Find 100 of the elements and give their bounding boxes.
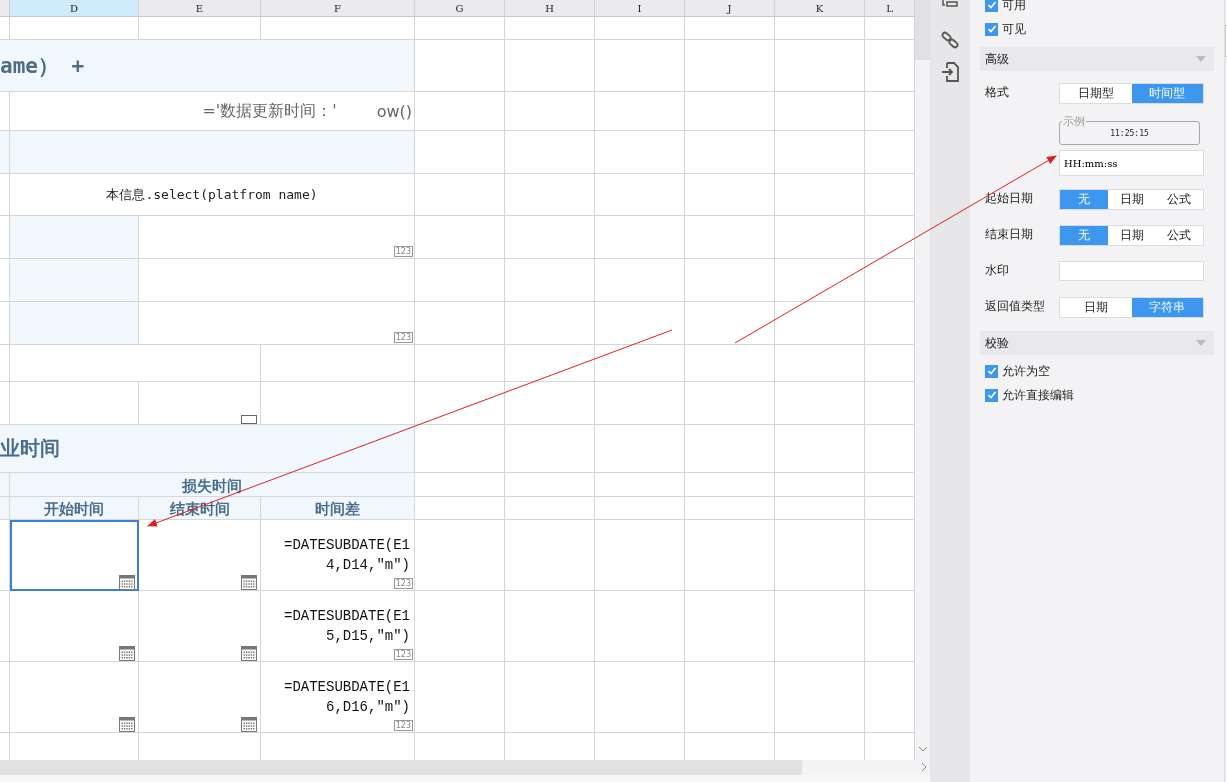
calendar-icon[interactable] (241, 574, 257, 590)
table-cell[interactable]: ame） + (0, 40, 415, 92)
table-cell[interactable] (0, 591, 10, 662)
calendar-icon[interactable] (241, 645, 257, 661)
table-cell[interactable] (595, 131, 685, 174)
table-cell[interactable] (0, 473, 10, 497)
calendar-icon[interactable] (119, 574, 135, 590)
table-cell[interactable] (775, 591, 865, 662)
calendar-icon[interactable] (119, 716, 135, 732)
table-cell[interactable] (685, 473, 775, 497)
table-cell[interactable] (10, 131, 415, 174)
table-cell[interactable] (0, 520, 10, 591)
table-cell[interactable] (505, 259, 595, 302)
table-cell[interactable] (415, 591, 505, 662)
table-cell[interactable]: 业时间 (0, 425, 415, 473)
table-cell[interactable] (595, 662, 685, 733)
section-header[interactable]: 校验 (980, 331, 1214, 355)
vertical-scrollbar[interactable] (915, 0, 930, 760)
table-cell[interactable] (595, 473, 685, 497)
table-cell[interactable] (0, 345, 10, 382)
table-cell[interactable] (10, 591, 139, 662)
table-cell[interactable] (261, 345, 415, 382)
table-cell[interactable] (685, 345, 775, 382)
table-cell[interactable] (775, 40, 865, 92)
table-cell[interactable] (415, 520, 505, 591)
caret-icon[interactable] (1196, 56, 1206, 62)
table-cell[interactable] (685, 40, 775, 92)
table-cell[interactable] (505, 520, 595, 591)
checkbox[interactable] (985, 388, 998, 402)
table-cell[interactable] (595, 497, 685, 520)
table-cell[interactable] (10, 302, 139, 345)
column-header[interactable]: J (685, 0, 775, 17)
section-header[interactable]: 高级 (980, 47, 1214, 71)
link-icon[interactable] (941, 31, 959, 49)
table-cell[interactable]: =DATESUBDATE(E15,D15,"m") 123 (261, 591, 415, 662)
table-cell[interactable] (139, 591, 261, 662)
table-cell[interactable] (415, 131, 505, 174)
calendar-icon[interactable] (241, 716, 257, 732)
table-cell[interactable] (595, 382, 685, 425)
table-cell[interactable] (775, 382, 865, 425)
column-header[interactable]: D (10, 0, 139, 17)
table-cell[interactable] (505, 92, 595, 131)
column-header[interactable]: I (595, 0, 685, 17)
table-cell[interactable] (505, 382, 595, 425)
table-cell[interactable] (10, 520, 139, 591)
table-cell[interactable] (0, 497, 10, 520)
table-cell[interactable]: =DATESUBDATE(E16,D16,"m") 123 (261, 662, 415, 733)
table-cell[interactable] (415, 497, 505, 520)
table-cell[interactable] (505, 131, 595, 174)
table-cell[interactable] (10, 259, 139, 302)
watermark-field[interactable] (1059, 261, 1204, 281)
table-cell[interactable] (505, 302, 595, 345)
table-cell[interactable] (139, 520, 261, 591)
column-header[interactable]: F (261, 0, 415, 17)
table-cell[interactable] (505, 425, 595, 473)
table-cell[interactable] (595, 591, 685, 662)
table-cell[interactable] (775, 259, 865, 302)
table-cell[interactable] (595, 216, 685, 259)
table-cell[interactable] (775, 17, 865, 40)
column-header[interactable]: E (139, 0, 261, 17)
table-cell[interactable]: =DATESUBDATE(E14,D14,"m") 123 (261, 520, 415, 591)
table-cell[interactable] (10, 216, 139, 259)
table-cell[interactable] (415, 382, 505, 425)
table-cell[interactable] (595, 425, 685, 473)
column-header[interactable]: G (415, 0, 505, 17)
format-field[interactable]: HH:mm:ss (1059, 150, 1204, 176)
checkbox[interactable] (985, 22, 998, 36)
table-cell[interactable] (415, 425, 505, 473)
table-cell[interactable] (775, 520, 865, 591)
table-cell[interactable] (775, 345, 865, 382)
table-cell[interactable] (685, 497, 775, 520)
table-cell[interactable] (685, 591, 775, 662)
table-cell[interactable] (775, 425, 865, 473)
column-header[interactable]: H (505, 0, 595, 17)
table-cell[interactable]: 123 (139, 302, 415, 345)
chevron-right-icon[interactable] (921, 762, 927, 772)
table-cell[interactable]: 开始时间 (10, 497, 139, 520)
table-cell[interactable] (505, 216, 595, 259)
table-cell[interactable] (595, 174, 685, 216)
table-cell[interactable] (415, 216, 505, 259)
table-cell[interactable] (685, 174, 775, 216)
table-cell[interactable] (775, 497, 865, 520)
table-cell[interactable] (505, 17, 595, 40)
table-cell[interactable] (595, 302, 685, 345)
table-cell[interactable] (775, 92, 865, 131)
table-cell[interactable] (415, 92, 505, 131)
table-cell[interactable] (0, 174, 10, 216)
table-cell[interactable] (139, 259, 415, 302)
checkbox[interactable] (985, 0, 998, 12)
table-cell[interactable] (415, 302, 505, 345)
table-cell[interactable]: 时间差 (261, 497, 415, 520)
list-icon[interactable] (941, 0, 959, 8)
table-cell[interactable] (685, 425, 775, 473)
table-cell[interactable] (505, 40, 595, 92)
table-cell[interactable] (685, 382, 775, 425)
table-cell[interactable] (415, 17, 505, 40)
table-cell[interactable] (595, 345, 685, 382)
table-cell[interactable]: 损失时间 (10, 473, 415, 497)
table-cell[interactable] (505, 591, 595, 662)
table-cell[interactable] (415, 345, 505, 382)
